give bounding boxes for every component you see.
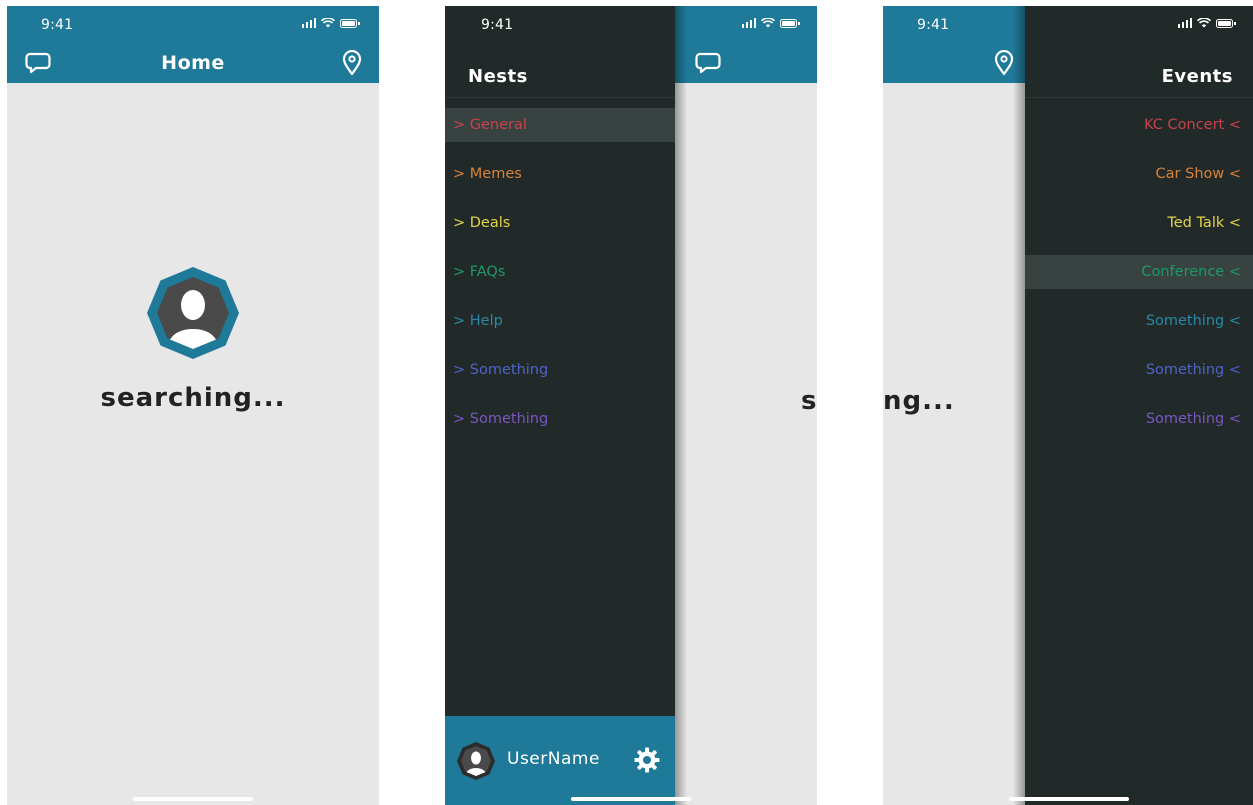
location-pin-icon[interactable] bbox=[339, 50, 365, 76]
menu-item-label: > Help bbox=[453, 313, 503, 329]
menu-item[interactable]: > Deals bbox=[445, 206, 675, 240]
status-time: 9:41 bbox=[481, 17, 514, 33]
menu-item[interactable]: > Memes bbox=[445, 157, 675, 191]
drawer-title: Events bbox=[1161, 66, 1233, 87]
menu-item-label: Something < bbox=[1145, 313, 1241, 329]
partial-search-text: ng... bbox=[883, 386, 955, 416]
home-indicator[interactable] bbox=[571, 797, 691, 801]
status-bar: 9:41 bbox=[7, 6, 379, 43]
nests-menu: > General > Memes > Deals > FAQs > Help > Som… bbox=[445, 108, 675, 451]
events-menu: KC Concert < Car Show < Ted Talk < Conferen… bbox=[1025, 108, 1253, 451]
menu-item-label: > Something bbox=[453, 411, 549, 427]
system-icons bbox=[1177, 18, 1236, 28]
drawer-shadow bbox=[1013, 6, 1025, 805]
status-time: 9:41 bbox=[41, 17, 74, 33]
user-name[interactable]: UserName bbox=[507, 749, 600, 769]
wifi-icon bbox=[761, 18, 775, 28]
menu-item-label: Car Show < bbox=[1155, 166, 1241, 182]
drawer-header: Events bbox=[1025, 6, 1253, 98]
events-drawer-screen: 9:41 ng... Events KC Concert < Car Show <… bbox=[883, 6, 1253, 805]
menu-item[interactable]: Ted Talk < bbox=[1025, 206, 1253, 240]
underlying-header: 9:41 bbox=[883, 6, 1025, 83]
menu-item-label: > Memes bbox=[453, 166, 522, 182]
menu-item[interactable]: > Something bbox=[445, 353, 675, 387]
home-screen: 9:41 Home searching... bbox=[7, 6, 379, 805]
menu-item-label: Something < bbox=[1145, 362, 1241, 378]
nav-bar: Home bbox=[7, 43, 379, 83]
drawer-shadow bbox=[675, 6, 687, 805]
drawer-title: Nests bbox=[468, 66, 528, 87]
menu-item[interactable]: > Something bbox=[445, 402, 675, 436]
chat-bubble-icon[interactable] bbox=[695, 50, 721, 76]
searching-status: searching... bbox=[100, 383, 286, 413]
partial-search-text: s bbox=[801, 386, 817, 416]
nests-drawer: 9:41 Nests > General > Memes > Deals > FAQs… bbox=[445, 6, 675, 805]
home-indicator[interactable] bbox=[133, 797, 253, 801]
wifi-icon bbox=[1197, 18, 1211, 28]
menu-item-label: > FAQs bbox=[453, 264, 506, 280]
signal-icon bbox=[741, 18, 756, 28]
menu-item-label: Conference < bbox=[1141, 264, 1241, 280]
signal-icon bbox=[1177, 18, 1192, 28]
wifi-icon bbox=[321, 18, 335, 28]
menu-item[interactable]: Something < bbox=[1025, 353, 1253, 387]
menu-item-label: > Something bbox=[453, 362, 549, 378]
menu-item[interactable]: KC Concert < bbox=[1025, 108, 1253, 142]
menu-item[interactable]: Conference < bbox=[1025, 255, 1253, 289]
menu-item-label: Something < bbox=[1145, 411, 1241, 427]
user-avatar-icon[interactable] bbox=[456, 741, 496, 781]
drawer-footer: UserName bbox=[445, 716, 675, 805]
menu-item-label: Ted Talk < bbox=[1167, 215, 1241, 231]
battery-icon bbox=[340, 18, 360, 28]
underlying-header bbox=[675, 6, 817, 83]
menu-item[interactable]: > FAQs bbox=[445, 255, 675, 289]
menu-item[interactable]: > General bbox=[445, 108, 675, 142]
system-icons bbox=[301, 18, 360, 28]
main-content: searching... bbox=[7, 83, 379, 805]
menu-item[interactable]: Something < bbox=[1025, 304, 1253, 338]
menu-item-label: > Deals bbox=[453, 215, 511, 231]
battery-icon bbox=[780, 18, 800, 28]
user-avatar-icon bbox=[147, 267, 239, 359]
home-indicator[interactable] bbox=[1009, 797, 1129, 801]
menu-item[interactable]: > Help bbox=[445, 304, 675, 338]
signal-icon bbox=[301, 18, 316, 28]
menu-item[interactable]: Car Show < bbox=[1025, 157, 1253, 191]
menu-item-label: > General bbox=[453, 117, 527, 133]
menu-item-label: KC Concert < bbox=[1144, 117, 1241, 133]
page-title: Home bbox=[161, 52, 225, 74]
battery-icon bbox=[1216, 18, 1236, 28]
status-time: 9:41 bbox=[917, 17, 950, 33]
menu-item[interactable]: Something < bbox=[1025, 402, 1253, 436]
gear-icon[interactable] bbox=[633, 746, 661, 774]
drawer-header: 9:41 Nests bbox=[445, 6, 675, 98]
events-drawer: Events KC Concert < Car Show < Ted Talk < C… bbox=[1025, 6, 1253, 805]
system-icons bbox=[741, 18, 800, 28]
nests-drawer-screen: s 9:41 Nests > General > Memes > Deals > FA… bbox=[445, 6, 817, 805]
